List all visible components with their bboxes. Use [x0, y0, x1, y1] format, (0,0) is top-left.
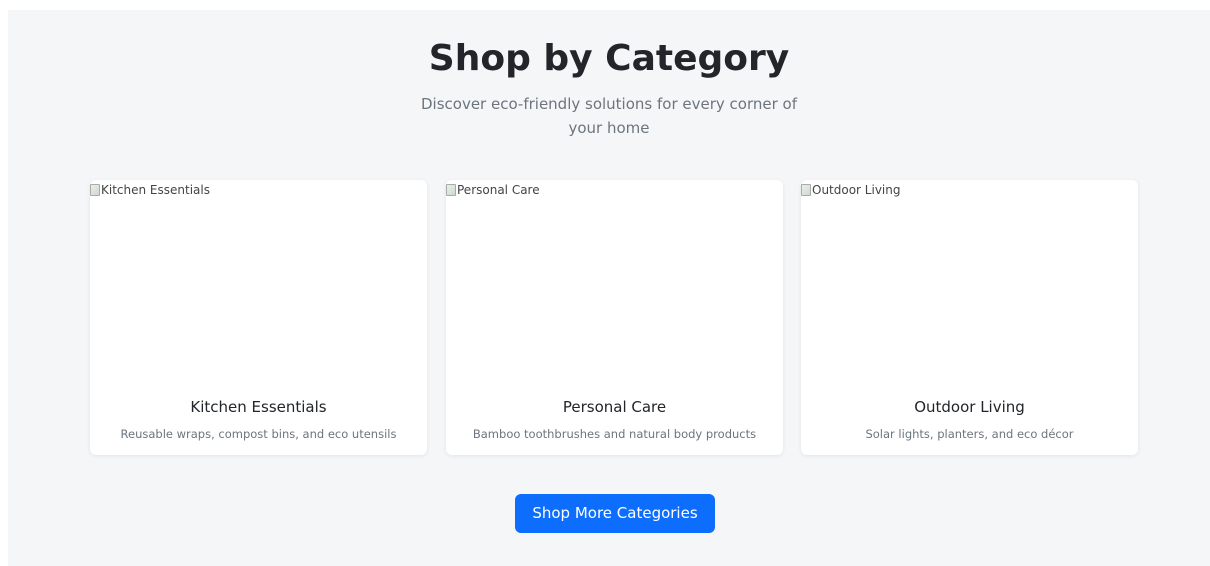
section-title: Shop by Category [428, 38, 790, 79]
category-title: Personal Care [562, 398, 667, 416]
category-title: Kitchen Essentials [190, 398, 327, 416]
categories-section: Shop by Category Discover eco-friendly s… [8, 10, 1210, 566]
broken-image-icon [446, 184, 456, 196]
category-card-outdoor-living[interactable]: Outdoor Living Outdoor Living Solar ligh… [801, 180, 1138, 455]
broken-image-icon [801, 184, 811, 196]
section-subtitle: Discover eco-friendly solutions for ever… [420, 95, 797, 137]
category-image[interactable]: Kitchen Essentials [90, 180, 427, 390]
category-description: Reusable wraps, compost bins, and eco ut… [120, 427, 397, 441]
broken-image: Personal Care [446, 183, 540, 197]
image-alt-text: Outdoor Living [812, 183, 901, 197]
category-image[interactable]: Personal Care [446, 180, 783, 390]
category-title: Outdoor Living [914, 398, 1025, 416]
category-card-kitchen[interactable]: Kitchen Essentials Kitchen Essentials Re… [90, 180, 427, 455]
broken-image: Kitchen Essentials [90, 183, 210, 197]
category-card-personal-care[interactable]: Personal Care Personal Care Bamboo tooth… [446, 180, 783, 455]
category-image[interactable]: Outdoor Living [801, 180, 1138, 390]
broken-image: Outdoor Living [801, 183, 900, 197]
category-description: Bamboo toothbrushes and natural body pro… [472, 427, 757, 441]
category-description: Solar lights, planters, and eco décor [865, 427, 1074, 441]
image-alt-text: Kitchen Essentials [101, 183, 210, 197]
image-alt-text: Personal Care [457, 183, 540, 197]
shop-more-categories-button[interactable]: Shop More Categories [515, 494, 715, 533]
broken-image-icon [90, 184, 100, 196]
